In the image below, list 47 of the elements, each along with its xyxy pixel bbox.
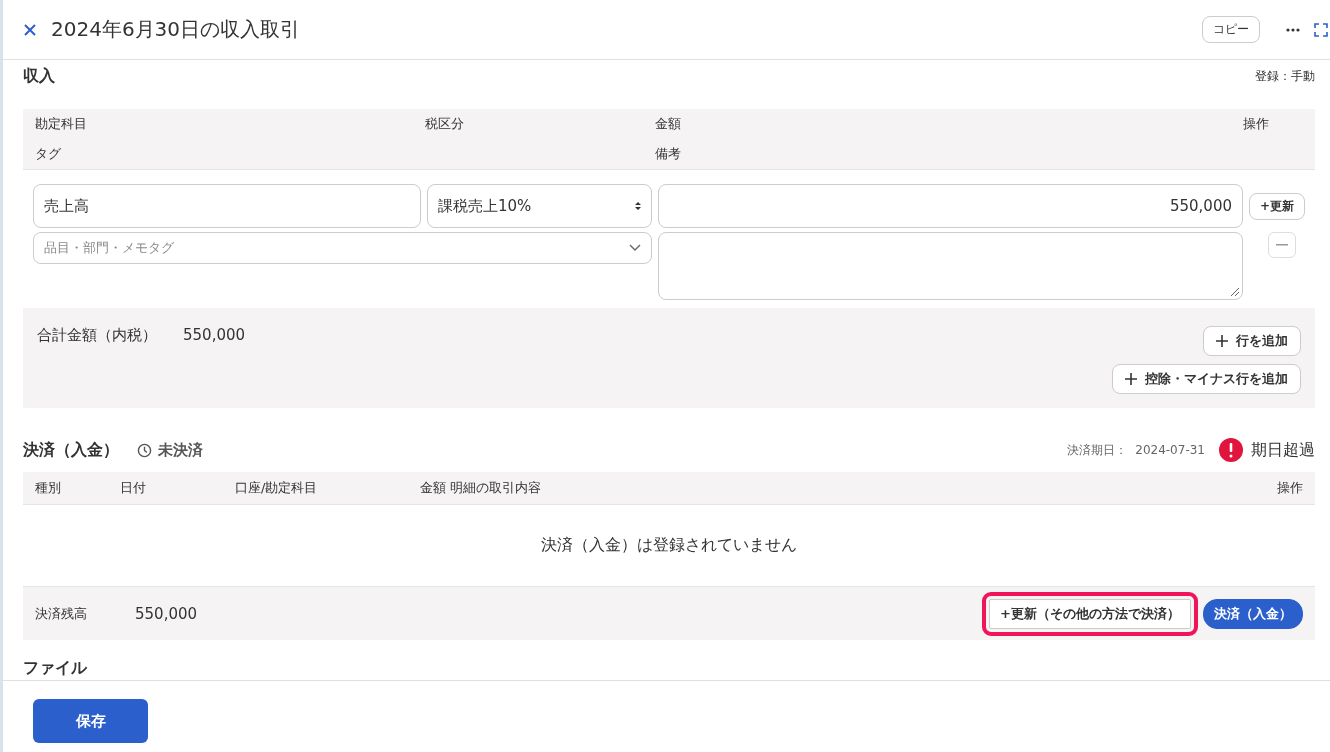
update-button[interactable]: +更新 bbox=[1249, 192, 1306, 220]
status-label: 未決済 bbox=[158, 440, 203, 460]
column-header: 金額 bbox=[655, 115, 682, 133]
window-title: 2024年6月30日の収入取引 bbox=[51, 16, 302, 43]
section-title: 収入 bbox=[23, 66, 55, 87]
balance-value: 550,000 bbox=[135, 604, 198, 623]
add-row-button[interactable]: 控除・マイナス行を追加 bbox=[1112, 364, 1301, 394]
column-header: タグ bbox=[35, 145, 62, 163]
column-header: 明細の取引内容 bbox=[450, 480, 541, 495]
section-title: ファイル bbox=[23, 658, 87, 677]
overdue-label: 期日超過 bbox=[1251, 439, 1315, 461]
column-header: 口座/勘定科目 bbox=[235, 480, 318, 495]
due-label: 決済期日： bbox=[1067, 441, 1128, 459]
clock-icon bbox=[137, 442, 152, 458]
expand-icon[interactable] bbox=[1314, 22, 1328, 37]
due-date: 2024-07-31 bbox=[1135, 443, 1205, 457]
plus-icon bbox=[1216, 335, 1228, 347]
column-header: 税区分 bbox=[425, 115, 465, 133]
column-header: 金額 bbox=[420, 480, 446, 495]
settle-button[interactable]: 決済（入金） bbox=[1203, 598, 1303, 629]
minus-icon bbox=[1276, 244, 1288, 246]
column-header: 操作 bbox=[1243, 115, 1270, 133]
account-field[interactable]: 売上高 bbox=[33, 184, 421, 228]
resize-handle-icon bbox=[1231, 288, 1239, 296]
select-arrows-icon bbox=[635, 201, 641, 211]
memo-field[interactable] bbox=[658, 232, 1243, 300]
copy-button[interactable]: コピー bbox=[1202, 16, 1260, 43]
total-value: 550,000 bbox=[183, 326, 246, 345]
tax-select[interactable]: 課税売上10% bbox=[427, 184, 652, 228]
plus-icon bbox=[1125, 373, 1137, 385]
column-header: 備考 bbox=[655, 145, 682, 163]
column-header: 勘定科目 bbox=[35, 115, 88, 133]
add-row-button[interactable]: 行を追加 bbox=[1203, 326, 1301, 356]
tag-select[interactable]: 品目・部門・メモタグ bbox=[33, 232, 652, 264]
close-icon[interactable] bbox=[23, 22, 37, 37]
column-header: 操作 bbox=[1277, 480, 1303, 495]
amount-field[interactable]: 550,000 bbox=[658, 184, 1243, 228]
save-button[interactable]: 保存 bbox=[33, 699, 148, 743]
balance-label: 決済残高 bbox=[35, 604, 87, 623]
section-title: 決済（入金） bbox=[23, 439, 119, 461]
empty-message: 決済（入金）は登録されていません bbox=[541, 535, 797, 556]
column-header: 日付 bbox=[120, 480, 146, 495]
registration-label: 登録：手動 bbox=[1255, 68, 1315, 85]
more-icon[interactable] bbox=[1286, 27, 1300, 32]
total-label: 合計金額（内税） bbox=[37, 326, 157, 345]
column-header: 種別 bbox=[35, 480, 61, 495]
chevron-down-icon bbox=[629, 244, 641, 252]
